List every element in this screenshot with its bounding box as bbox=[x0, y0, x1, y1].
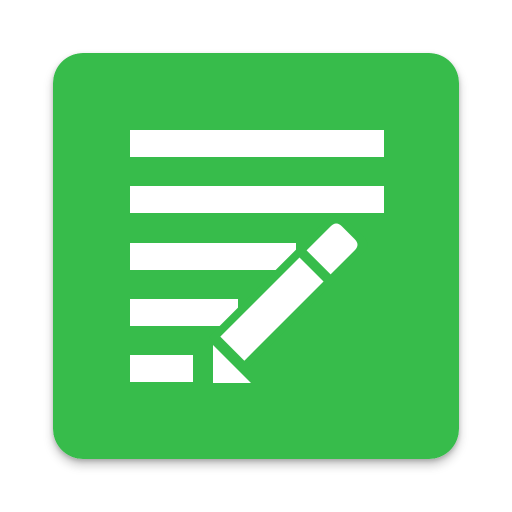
launcher-canvas bbox=[0, 0, 512, 512]
note-line-2 bbox=[130, 186, 384, 213]
note-line-1 bbox=[130, 130, 384, 157]
notes-edit-app-icon[interactable] bbox=[53, 53, 459, 459]
app-icon-artwork bbox=[53, 53, 459, 459]
note-line-4 bbox=[130, 299, 238, 326]
note-line-5 bbox=[130, 355, 193, 382]
note-line-3 bbox=[130, 243, 296, 270]
